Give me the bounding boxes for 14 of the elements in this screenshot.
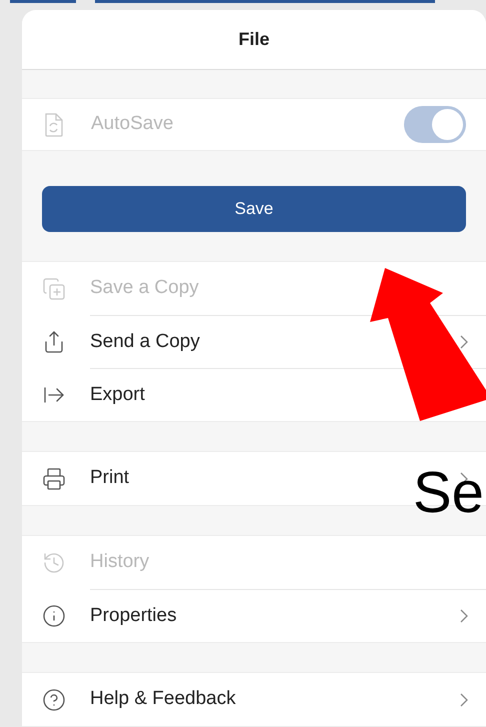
menu-item[interactable]: Send a Copy bbox=[90, 328, 200, 356]
panel-title: File bbox=[238, 28, 270, 51]
overlay-text: Se bbox=[413, 464, 484, 522]
menu-item[interactable]: Export bbox=[90, 380, 145, 410]
help-icon bbox=[42, 688, 66, 712]
menu-item[interactable]: Properties bbox=[90, 602, 177, 630]
save-button[interactable]: Save bbox=[42, 186, 466, 232]
copy-plus-icon bbox=[42, 276, 66, 300]
history-icon bbox=[42, 550, 66, 574]
printer-icon bbox=[42, 466, 66, 490]
menu-item[interactable]: Print bbox=[90, 464, 130, 493]
autosave-label: AutoSave bbox=[91, 112, 174, 136]
info-icon bbox=[42, 604, 66, 628]
menu-item[interactable]: Help & Feedback bbox=[90, 685, 236, 714]
